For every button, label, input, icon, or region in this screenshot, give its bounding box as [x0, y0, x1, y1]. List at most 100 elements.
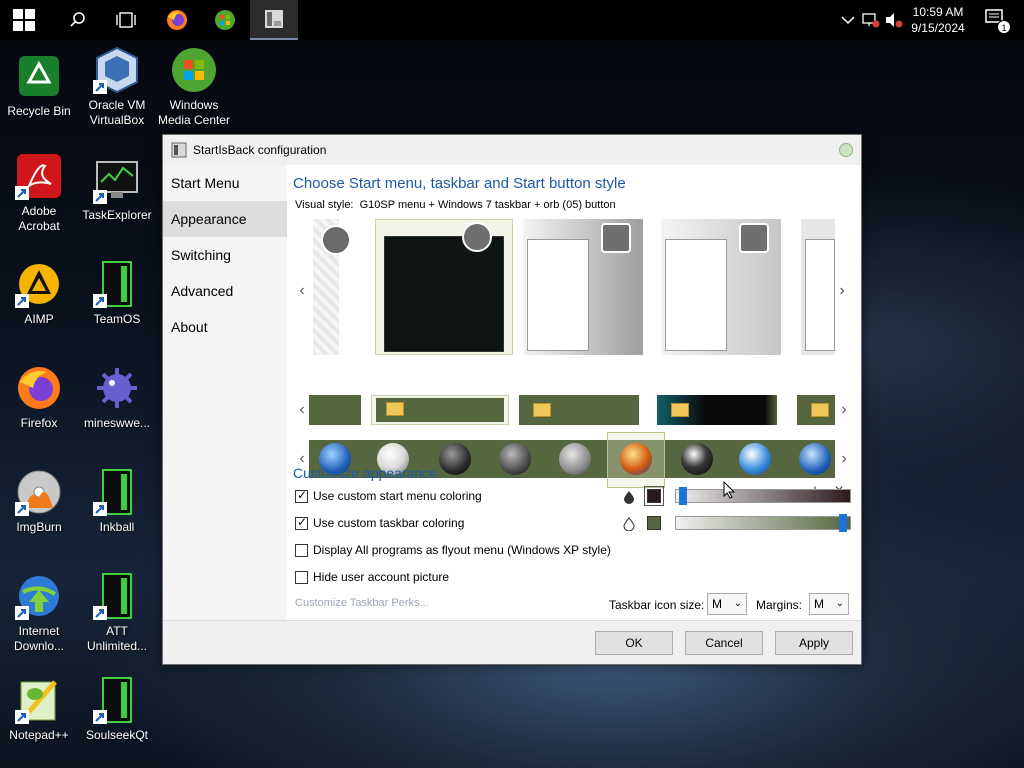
nav-item-about[interactable]: About [163, 309, 287, 345]
checkbox[interactable] [295, 488, 308, 503]
nav-item-appearance[interactable]: Appearance [163, 201, 287, 237]
orb-next-arrow[interactable]: › [837, 449, 851, 469]
menu-style-thumb[interactable] [801, 219, 835, 355]
shortcut-arrow-icon [93, 710, 107, 724]
clock-time: 10:59 AM [912, 5, 964, 19]
checkbox[interactable] [295, 515, 308, 530]
option-custom-taskbar-coloring[interactable]: Use custom taskbar coloring [295, 515, 464, 530]
desktop-icon-virtualbox[interactable]: Oracle VM VirtualBox [78, 46, 156, 128]
taskbar-color-swatch[interactable] [647, 516, 661, 530]
nav-item-start-menu[interactable]: Start Menu [163, 165, 287, 201]
taskbar: 10:59 AM 9/15/2024 1 [0, 0, 1024, 40]
shortcut-arrow-icon [93, 80, 107, 94]
desktop-icon-notepadpp[interactable]: Notepad++ [0, 676, 78, 743]
visual-style-value: G10SP menu + Windows 7 taskbar + orb (05… [359, 199, 616, 211]
desktop-icon-media-center[interactable]: Windows Media Center [155, 46, 233, 128]
nav-item-switching[interactable]: Switching [163, 237, 287, 273]
desktop-icon-firefox[interactable]: Firefox [0, 364, 78, 431]
select-value: M [814, 597, 824, 611]
desktop-icon-teamos[interactable]: TeamOS [78, 260, 156, 327]
task-view-button[interactable] [102, 0, 150, 40]
desktop-icon-inkball[interactable]: Inkball [78, 468, 156, 535]
desktop-icon-internet-download[interactable]: Internet Downlo... [0, 572, 78, 654]
start-orb-option[interactable] [681, 443, 713, 475]
taskbar-startisback[interactable] [250, 0, 298, 40]
clock[interactable]: 10:59 AM 9/15/2024 [906, 4, 970, 36]
taskbar-style-thumb[interactable] [797, 395, 835, 425]
nav-item-advanced[interactable]: Advanced [163, 273, 287, 309]
cancel-button[interactable]: Cancel [685, 631, 763, 655]
taskbar-prev-arrow[interactable]: ‹ [295, 400, 309, 420]
search-button[interactable] [54, 0, 102, 40]
close-button[interactable] [839, 143, 853, 157]
desktop-icon-label: Recycle Bin [7, 104, 71, 118]
start-menu-color-swatch[interactable] [644, 486, 664, 506]
visual-style-line: Visual style: G10SP menu + Windows 7 tas… [295, 199, 616, 211]
desktop-icon-taskexplorer[interactable]: TaskExplorer [78, 156, 156, 223]
desktop-icon-recycle-bin[interactable]: Recycle Bin [0, 52, 78, 119]
desktop-icon-label: TeamOS [93, 312, 141, 326]
desktop-icon-label: Notepad++ [9, 728, 69, 742]
menu-style-thumb[interactable] [661, 219, 781, 355]
taskbar-style-thumb[interactable] [309, 395, 361, 425]
checkbox[interactable] [295, 543, 308, 557]
taskbar-icon-size-select[interactable]: M ⌄ [707, 593, 747, 615]
desktop-icon-minesweeper[interactable]: mineswwe... [78, 364, 156, 431]
taskbar-media-center[interactable] [201, 0, 249, 40]
start-button[interactable] [0, 0, 48, 40]
menu-style-thumb-selected[interactable] [375, 219, 513, 355]
desktop-icon-imgburn[interactable]: ImgBurn [0, 468, 78, 535]
folder-icon [671, 403, 689, 417]
desktop-icon-acrobat[interactable]: Adobe Acrobat [0, 152, 78, 234]
start-orb-option-selected[interactable] [620, 443, 652, 475]
start-orb-option[interactable] [559, 443, 591, 475]
margins-select[interactable]: M ⌄ [809, 593, 849, 615]
network-icon[interactable] [861, 10, 881, 30]
start-orb-option[interactable] [439, 443, 471, 475]
dialog-footer: OK Cancel Apply [163, 620, 861, 664]
start-menu-color-slider[interactable] [675, 487, 851, 505]
menu-style-thumb[interactable] [523, 219, 643, 355]
taskbar-next-arrow[interactable]: › [837, 400, 851, 420]
taskbar-firefox[interactable] [153, 0, 201, 40]
desktop-icon-soulseek[interactable]: SoulseekQt [78, 676, 156, 743]
action-center-button[interactable]: 1 [984, 8, 1011, 34]
apply-button[interactable]: Apply [775, 631, 853, 655]
taskbar-style-thumb-selected[interactable] [371, 395, 509, 425]
customize-taskbar-perks-link[interactable]: Customize Taskbar Perks... [295, 597, 429, 609]
option-all-programs-flyout[interactable]: Display All programs as flyout menu (Win… [295, 543, 611, 557]
shortcut-arrow-icon [93, 294, 107, 308]
menu-style-thumb[interactable] [313, 219, 351, 355]
option-label: Use custom start menu coloring [313, 489, 482, 503]
desktop-icon-label: Windows Media Center [157, 98, 231, 127]
folder-icon [811, 403, 829, 417]
option-label: Hide user account picture [313, 570, 450, 584]
dialog-titlebar[interactable]: StartIsBack configuration [163, 135, 861, 165]
checkbox[interactable] [295, 570, 308, 584]
taskbar-style-thumb[interactable] [657, 395, 777, 425]
notification-count-badge: 1 [997, 20, 1011, 34]
taskbar-color-slider[interactable] [675, 514, 851, 532]
droplet-outline-icon [623, 517, 635, 531]
volume-muted-icon[interactable] [884, 10, 904, 30]
ok-button[interactable]: OK [595, 631, 673, 655]
option-hide-user-picture[interactable]: Hide user account picture [295, 570, 449, 584]
start-orb-option[interactable] [799, 443, 831, 475]
desktop-icon-label: Firefox [20, 416, 58, 430]
shortcut-arrow-icon [93, 190, 107, 204]
desktop-icon-att-unlimited[interactable]: ATT Unlimited... [78, 572, 156, 654]
start-orb-option[interactable] [499, 443, 531, 475]
option-custom-start-menu-coloring[interactable]: Use custom start menu coloring [295, 488, 482, 503]
chevron-up-icon[interactable] [838, 10, 858, 30]
desktop-icon-label: ATT Unlimited... [86, 624, 148, 653]
slider-thumb[interactable] [679, 487, 687, 505]
slider-thumb[interactable] [839, 514, 847, 532]
folder-icon [533, 403, 551, 417]
menu-next-arrow[interactable]: › [835, 281, 849, 301]
taskbar-style-thumb[interactable] [519, 395, 639, 425]
start-orb-option[interactable] [739, 443, 771, 475]
menu-prev-arrow[interactable]: ‹ [295, 281, 309, 301]
user-avatar-icon [601, 223, 631, 253]
desktop-icon-aimp[interactable]: AIMP [0, 260, 78, 327]
chevron-down-icon: ⌄ [835, 598, 844, 609]
